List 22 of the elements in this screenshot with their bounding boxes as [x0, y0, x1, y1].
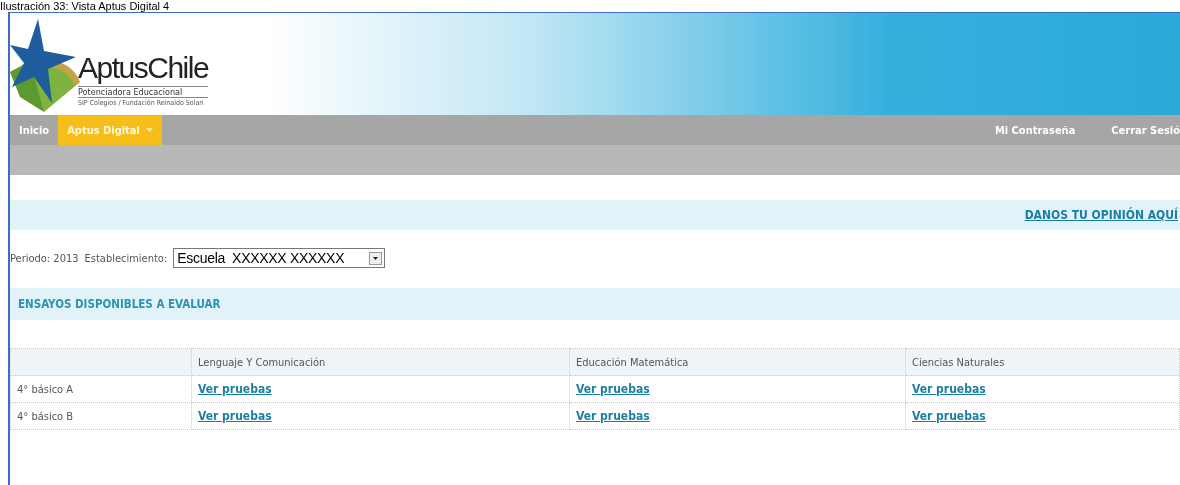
nav-link[interactable]: Mi Contraseña	[958, 115, 1076, 145]
row-label: 4° básico B	[10, 402, 192, 430]
view-tests-link[interactable]: Ver pruebas	[912, 409, 986, 423]
nav-tab[interactable]: Inicio	[10, 115, 59, 145]
column-header: Ciencias Naturales	[905, 348, 1180, 376]
school-dropdown[interactable]: Escuela XXXXXX XXXXXX	[173, 248, 386, 268]
view-tests-link[interactable]: Ver pruebas	[198, 409, 272, 423]
feedback-link[interactable]: DANOS TU OPINIÓN AQUÍ	[1024, 208, 1178, 222]
view-tests-link[interactable]: Ver pruebas	[576, 382, 650, 396]
period-label: Periodo: 2013	[10, 251, 79, 265]
logo-wordmark: AptusChile	[78, 53, 209, 83]
view-tests-link[interactable]: Ver pruebas	[912, 382, 986, 396]
column-header: Lenguaje Y Comunicación	[191, 348, 570, 376]
logo-tagline: Potenciadora Educacional	[78, 86, 209, 98]
nav-link[interactable]: Cerrar Sesió	[1075, 115, 1180, 145]
school-label: Establecimiento:	[84, 251, 168, 265]
view-tests-link[interactable]: Ver pruebas	[576, 409, 650, 423]
figure-caption: Ilustración 33: Vista Aptus Digital 4	[0, 0, 171, 12]
section-title: ENSAYOS DISPONIBLES A EVALUAR	[18, 297, 221, 311]
column-header: Educación Matemática	[569, 348, 906, 376]
view-tests-link[interactable]: Ver pruebas	[198, 382, 272, 396]
row-label: 4° básico A	[10, 375, 192, 403]
